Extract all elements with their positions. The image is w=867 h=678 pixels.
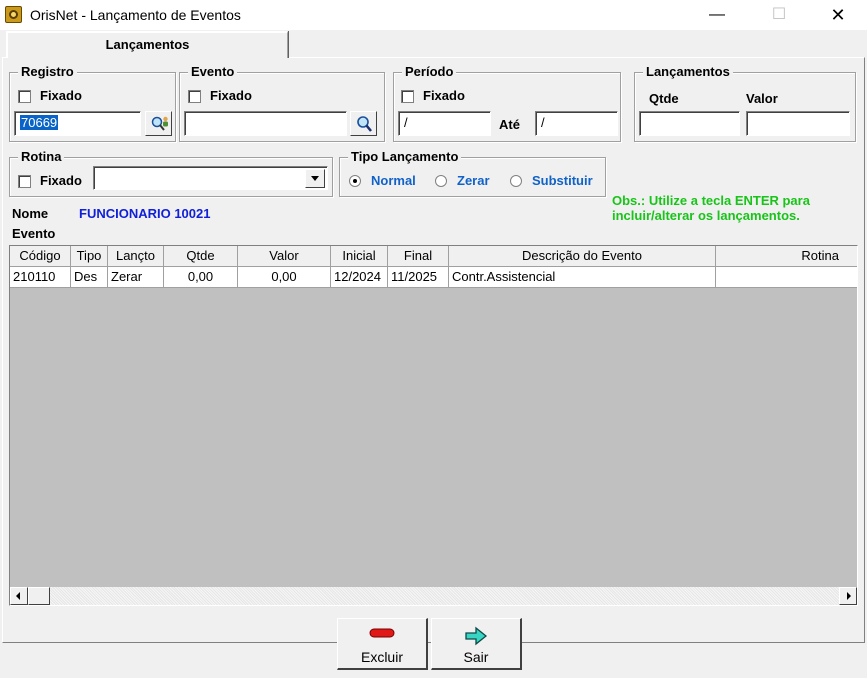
periodo-fixado-label: Fixado bbox=[423, 88, 465, 103]
cell-final: 11/2025 bbox=[388, 267, 449, 288]
evento-info-label: Evento bbox=[12, 226, 56, 241]
col-valor[interactable]: Valor bbox=[238, 246, 331, 267]
scroll-left-icon[interactable] bbox=[10, 587, 28, 605]
evento-fixado-label: Fixado bbox=[210, 88, 252, 103]
group-lancamentos-legend: Lançamentos bbox=[643, 64, 733, 80]
group-periodo: Período Fixado / Até / bbox=[393, 64, 621, 142]
delete-icon bbox=[369, 628, 395, 638]
col-inicial[interactable]: Inicial bbox=[331, 246, 388, 267]
group-lancamentos-totais: Lançamentos Qtde Valor bbox=[634, 64, 856, 142]
radio-substituir-label[interactable]: Substituir bbox=[532, 173, 593, 188]
group-registro: Registro Fixado 70669 bbox=[9, 64, 176, 142]
periodo-inicio-input[interactable]: / bbox=[398, 111, 491, 136]
cell-rotina bbox=[716, 267, 857, 288]
title-bar: OrisNet - Lançamento de Eventos — ☐ ✕ bbox=[0, 0, 867, 30]
group-evento-legend: Evento bbox=[188, 64, 238, 80]
close-button[interactable]: ✕ bbox=[815, 0, 861, 30]
group-evento: Evento Fixado bbox=[179, 64, 385, 142]
cell-tipo: Des bbox=[71, 267, 108, 288]
minimize-button[interactable]: — bbox=[694, 0, 740, 30]
radio-substituir[interactable] bbox=[510, 175, 522, 187]
registro-fixado-label: Fixado bbox=[40, 88, 82, 103]
exit-arrow-icon bbox=[465, 626, 488, 646]
rotina-select[interactable] bbox=[93, 166, 328, 190]
scroll-right-icon[interactable] bbox=[839, 587, 857, 605]
app-icon bbox=[5, 6, 22, 23]
group-rotina: Rotina Fixado bbox=[9, 149, 333, 197]
periodo-fim-input[interactable]: / bbox=[535, 111, 618, 136]
rotina-fixado-label: Fixado bbox=[40, 173, 82, 188]
registro-input-value: 70669 bbox=[20, 115, 59, 130]
cell-inicial: 12/2024 bbox=[331, 267, 388, 288]
cell-qtde: 0,00 bbox=[164, 267, 238, 288]
qtde-label: Qtde bbox=[649, 91, 679, 106]
evento-input[interactable] bbox=[184, 111, 347, 136]
radio-normal-label[interactable]: Normal bbox=[371, 173, 416, 188]
radio-normal[interactable] bbox=[349, 175, 361, 187]
scroll-track[interactable] bbox=[50, 587, 839, 605]
col-rotina[interactable]: Rotina bbox=[716, 246, 857, 267]
col-final[interactable]: Final bbox=[388, 246, 449, 267]
people-search-icon bbox=[151, 116, 168, 131]
tab-lancamentos[interactable]: Lançamentos bbox=[6, 31, 288, 58]
rotina-fixado-checkbox[interactable] bbox=[18, 175, 31, 188]
group-periodo-legend: Período bbox=[402, 64, 457, 80]
excluir-button[interactable]: Excluir bbox=[337, 618, 428, 670]
nome-label: Nome bbox=[12, 206, 49, 221]
group-registro-legend: Registro bbox=[18, 64, 77, 80]
group-rotina-legend: Rotina bbox=[18, 149, 65, 165]
group-tipo-lancamento: Tipo Lançamento Normal Zerar Substituir bbox=[339, 149, 606, 197]
registro-fixado-checkbox[interactable] bbox=[18, 90, 31, 103]
horizontal-scrollbar[interactable] bbox=[10, 587, 857, 605]
scroll-thumb[interactable] bbox=[28, 587, 50, 605]
sair-label: Sair bbox=[463, 649, 489, 665]
eventos-grid[interactable]: Código Tipo Lançto Qtde Valor Inicial Fi… bbox=[9, 245, 858, 606]
col-tipo[interactable]: Tipo bbox=[71, 246, 108, 267]
periodo-ate-label: Até bbox=[499, 117, 520, 132]
obs-note: Obs.: Utilize a tecla ENTER para incluir… bbox=[612, 193, 862, 223]
radio-zerar-label[interactable]: Zerar bbox=[457, 173, 490, 188]
grid-header: Código Tipo Lançto Qtde Valor Inicial Fi… bbox=[10, 246, 857, 267]
evento-search-button[interactable] bbox=[350, 111, 377, 136]
evento-fixado-checkbox[interactable] bbox=[188, 90, 201, 103]
cell-valor: 0,00 bbox=[238, 267, 331, 288]
window-title: OrisNet - Lançamento de Eventos bbox=[30, 7, 241, 23]
maximize-button[interactable]: ☐ bbox=[756, 0, 802, 30]
nome-value: FUNCIONARIO 10021 bbox=[79, 206, 211, 221]
excluir-label: Excluir bbox=[360, 649, 403, 665]
col-lancto[interactable]: Lançto bbox=[108, 246, 164, 267]
chevron-down-icon[interactable] bbox=[305, 169, 325, 188]
col-qtde[interactable]: Qtde bbox=[164, 246, 238, 267]
cell-descricao: Contr.Assistencial bbox=[449, 267, 716, 288]
col-codigo[interactable]: Código bbox=[10, 246, 71, 267]
valor-total-field bbox=[746, 111, 850, 136]
periodo-fixado-checkbox[interactable] bbox=[401, 90, 414, 103]
col-descricao[interactable]: Descrição do Evento bbox=[449, 246, 716, 267]
registro-input[interactable]: 70669 bbox=[14, 111, 141, 136]
cell-lancto: Zerar bbox=[108, 267, 164, 288]
obs-line-2: incluir/alterar os lançamentos. bbox=[612, 208, 800, 223]
obs-line-1: Obs.: Utilize a tecla ENTER para bbox=[612, 193, 810, 208]
qtde-total-field bbox=[639, 111, 740, 136]
sair-button[interactable]: Sair bbox=[431, 618, 522, 670]
registro-search-button[interactable] bbox=[145, 111, 172, 136]
magnifier-icon bbox=[357, 116, 372, 132]
window-client: Lançamentos Registro Fixado 70669 Evento… bbox=[0, 30, 867, 678]
valor-label: Valor bbox=[746, 91, 778, 106]
table-row[interactable]: 210110 Des Zerar 0,00 0,00 12/2024 11/20… bbox=[10, 267, 857, 288]
group-tipo-legend: Tipo Lançamento bbox=[348, 149, 462, 165]
radio-zerar[interactable] bbox=[435, 175, 447, 187]
cell-codigo: 210110 bbox=[10, 267, 71, 288]
